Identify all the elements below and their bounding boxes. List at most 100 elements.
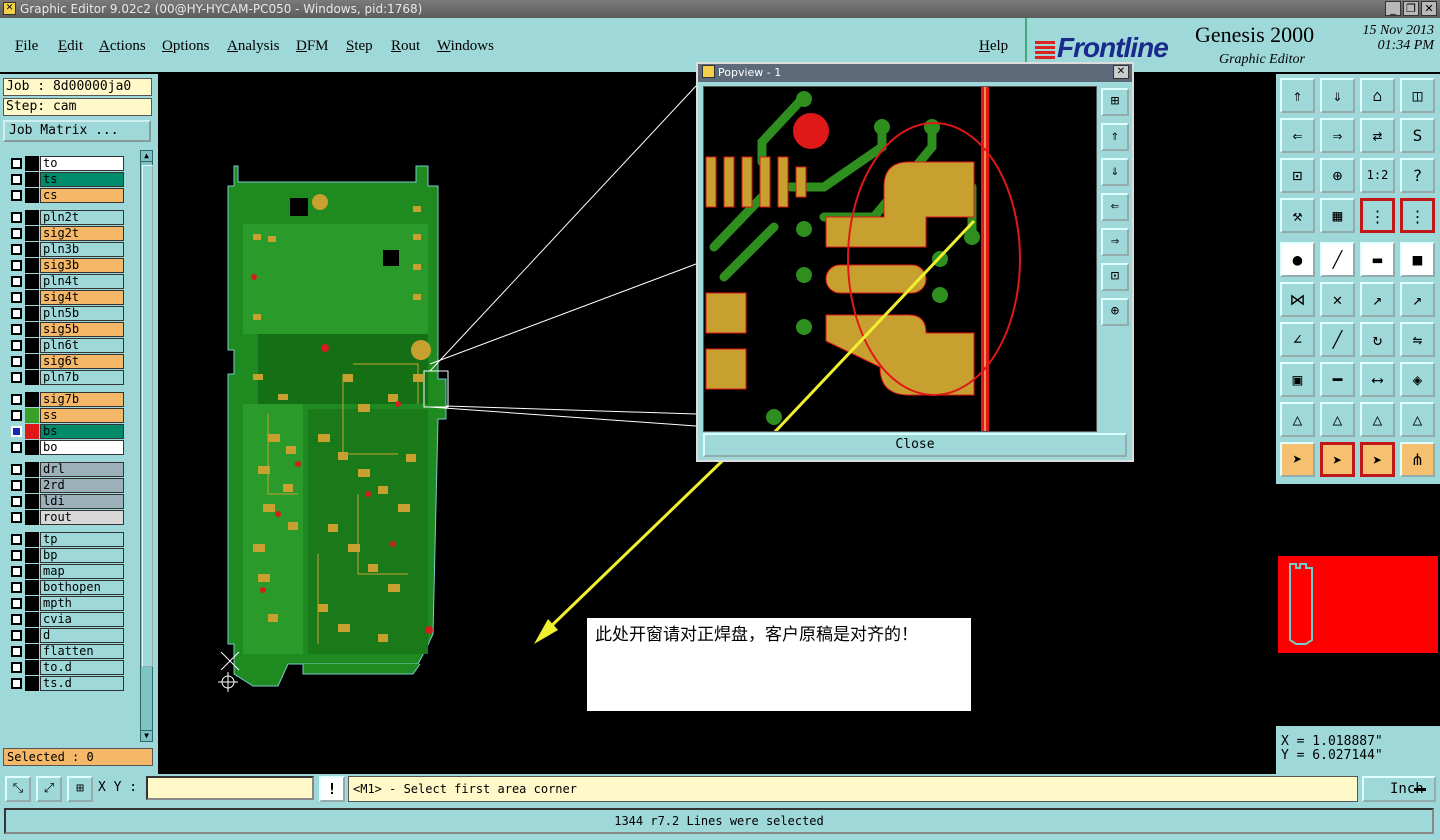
network-icon[interactable]: ⋔ bbox=[1400, 442, 1435, 477]
layer-checkbox[interactable] bbox=[11, 372, 22, 383]
minimize-button[interactable]: _ bbox=[1385, 1, 1401, 16]
layer-name[interactable]: bothopen bbox=[40, 580, 124, 595]
line-icon[interactable]: ╱ bbox=[1320, 322, 1355, 357]
layer-checkbox[interactable] bbox=[11, 534, 22, 545]
pv-down-icon[interactable]: ⇓ bbox=[1101, 158, 1129, 186]
layer-name[interactable]: to.d bbox=[40, 660, 124, 675]
layer-row-bp[interactable]: bp bbox=[3, 548, 127, 563]
cross-icon[interactable]: ✕ bbox=[1320, 282, 1355, 317]
layer-row-tp[interactable]: tp bbox=[3, 532, 127, 547]
layer-name[interactable]: d bbox=[40, 628, 124, 643]
dot-arrow-icon[interactable]: ● bbox=[1280, 242, 1315, 277]
left-icon[interactable]: ⇐ bbox=[1280, 118, 1315, 153]
layer-checkbox[interactable] bbox=[11, 512, 22, 523]
pv-left-icon[interactable]: ⇐ bbox=[1101, 193, 1129, 221]
layer-checkbox[interactable] bbox=[11, 662, 22, 673]
layer-pair-icon[interactable]: ⋮ bbox=[1360, 198, 1395, 233]
layer-name[interactable]: mpth bbox=[40, 596, 124, 611]
layer-name[interactable]: rout bbox=[40, 510, 124, 525]
layer-row-sig5b[interactable]: sig5b bbox=[3, 322, 127, 337]
layer-row-flatten[interactable]: flatten bbox=[3, 644, 127, 659]
zoom-area-icon[interactable]: ⤡ bbox=[5, 776, 31, 802]
layer-name[interactable]: cs bbox=[40, 188, 124, 203]
layer-checkbox[interactable] bbox=[11, 292, 22, 303]
layer-checkbox[interactable] bbox=[11, 394, 22, 405]
layer-name[interactable]: ss bbox=[40, 408, 124, 423]
layer-color-swatch[interactable] bbox=[25, 494, 39, 509]
layer-checkbox[interactable] bbox=[11, 260, 22, 271]
layer-name[interactable]: drl bbox=[40, 462, 124, 477]
dot-square-icon[interactable]: ▣ bbox=[1280, 362, 1315, 397]
layer-color-swatch[interactable] bbox=[25, 172, 39, 187]
layer-name[interactable]: pln3b bbox=[40, 242, 124, 257]
layer-name[interactable]: flatten bbox=[40, 644, 124, 659]
s-curve-icon[interactable]: S bbox=[1400, 118, 1435, 153]
layer-name[interactable]: sig2t bbox=[40, 226, 124, 241]
layer-name[interactable]: map bbox=[40, 564, 124, 579]
layer-checkbox[interactable] bbox=[11, 324, 22, 335]
layer-name[interactable]: tp bbox=[40, 532, 124, 547]
layer-color-swatch[interactable] bbox=[25, 424, 39, 439]
menu-dfm[interactable]: DFM bbox=[296, 38, 329, 55]
layer-color-swatch[interactable] bbox=[25, 408, 39, 423]
cursor-icon[interactable]: ➤ bbox=[1360, 442, 1395, 477]
cursor-icon[interactable]: ➤ bbox=[1280, 442, 1315, 477]
layer-row-pln6t[interactable]: pln6t bbox=[3, 338, 127, 353]
menu-edit[interactable]: Edit bbox=[58, 38, 83, 55]
layer-color-swatch[interactable] bbox=[25, 510, 39, 525]
layer-color-swatch[interactable] bbox=[25, 548, 39, 563]
layer-color-swatch[interactable] bbox=[25, 306, 39, 321]
layer-row-sig6t[interactable]: sig6t bbox=[3, 354, 127, 369]
layer-row-bothopen[interactable]: bothopen bbox=[3, 580, 127, 595]
layer-name[interactable]: bp bbox=[40, 548, 124, 563]
close-window-button[interactable]: ✕ bbox=[1421, 1, 1437, 16]
square-dot-icon[interactable]: ■ bbox=[1400, 242, 1435, 277]
layer-color-swatch[interactable] bbox=[25, 440, 39, 455]
warning-icon[interactable]: ! bbox=[319, 776, 345, 802]
layer-row-pln4t[interactable]: pln4t bbox=[3, 274, 127, 289]
layer-color-swatch[interactable] bbox=[25, 580, 39, 595]
layer-color-swatch[interactable] bbox=[25, 210, 39, 225]
help-icon[interactable]: ? bbox=[1400, 158, 1435, 193]
layer-pair-icon[interactable]: ⋮ bbox=[1400, 198, 1435, 233]
layer-checkbox[interactable] bbox=[11, 464, 22, 475]
layer-name[interactable]: pln4t bbox=[40, 274, 124, 289]
layer-color-swatch[interactable] bbox=[25, 242, 39, 257]
snap-grid-icon[interactable]: ⊞ bbox=[67, 776, 93, 802]
layer-color-swatch[interactable] bbox=[25, 188, 39, 203]
layer-name[interactable]: to bbox=[40, 156, 124, 171]
layer-checkbox[interactable] bbox=[11, 308, 22, 319]
pv-right-icon[interactable]: ⇒ bbox=[1101, 228, 1129, 256]
ruler-icon[interactable]: ▬ bbox=[1360, 242, 1395, 277]
triangle-icon[interactable]: △ bbox=[1320, 402, 1355, 437]
layer-checkbox[interactable] bbox=[11, 646, 22, 657]
layer-name[interactable]: pln7b bbox=[40, 370, 124, 385]
layer-checkbox[interactable] bbox=[11, 174, 22, 185]
layer-row-sig7b[interactable]: sig7b bbox=[3, 392, 127, 407]
layer-checkbox[interactable] bbox=[11, 158, 22, 169]
layer-color-swatch[interactable] bbox=[25, 258, 39, 273]
right-icon[interactable]: ⇒ bbox=[1320, 118, 1355, 153]
popview-close-icon[interactable]: ✕ bbox=[1113, 65, 1129, 79]
rotate-icon[interactable]: ↻ bbox=[1360, 322, 1395, 357]
restore-button[interactable]: ❐ bbox=[1403, 1, 1419, 16]
layer-row-pln7b[interactable]: pln7b bbox=[3, 370, 127, 385]
layer-color-swatch[interactable] bbox=[25, 660, 39, 675]
nodes-icon[interactable]: ⋈ bbox=[1280, 282, 1315, 317]
menu-actions[interactable]: Actions bbox=[99, 38, 146, 55]
layer-row-sig3b[interactable]: sig3b bbox=[3, 258, 127, 273]
zoom-fit-icon[interactable]: ⊡ bbox=[1280, 158, 1315, 193]
layer-row-rout[interactable]: rout bbox=[3, 510, 127, 525]
pv-up-icon[interactable]: ⇑ bbox=[1101, 123, 1129, 151]
layer-row-cvia[interactable]: cvia bbox=[3, 612, 127, 627]
mirror-icon[interactable]: ⇋ bbox=[1400, 322, 1435, 357]
layer-color-swatch[interactable] bbox=[25, 274, 39, 289]
layer-name[interactable]: bs bbox=[40, 424, 124, 439]
home-icon[interactable]: ⌂ bbox=[1360, 78, 1395, 113]
layer-color-swatch[interactable] bbox=[25, 290, 39, 305]
popview-zoom-view[interactable] bbox=[703, 86, 1097, 432]
shapes-icon[interactable]: ◈ bbox=[1400, 362, 1435, 397]
layer-row-sig2t[interactable]: sig2t bbox=[3, 226, 127, 241]
layer-checkbox[interactable] bbox=[11, 212, 22, 223]
layer-row-map[interactable]: map bbox=[3, 564, 127, 579]
